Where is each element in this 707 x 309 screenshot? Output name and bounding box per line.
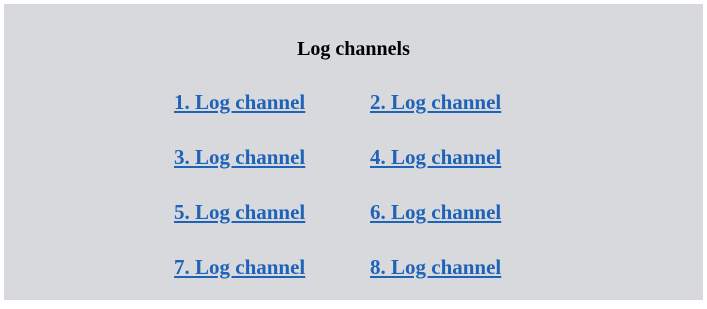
log-channel-4-link[interactable]: 4. Log channel <box>370 144 550 199</box>
log-channel-1-link[interactable]: 1. Log channel <box>174 89 370 144</box>
log-channels-panel: Log channels 1. Log channel 2. Log chann… <box>4 4 703 300</box>
page-title: Log channels <box>297 38 410 60</box>
log-channel-7-link[interactable]: 7. Log channel <box>174 254 370 309</box>
log-channel-8-link[interactable]: 8. Log channel <box>370 254 550 309</box>
log-channel-3-link[interactable]: 3. Log channel <box>174 144 370 199</box>
log-channel-2-link[interactable]: 2. Log channel <box>370 89 550 144</box>
log-channel-links-grid: 1. Log channel 2. Log channel 3. Log cha… <box>174 89 550 309</box>
log-channel-5-link[interactable]: 5. Log channel <box>174 199 370 254</box>
log-channel-6-link[interactable]: 6. Log channel <box>370 199 550 254</box>
